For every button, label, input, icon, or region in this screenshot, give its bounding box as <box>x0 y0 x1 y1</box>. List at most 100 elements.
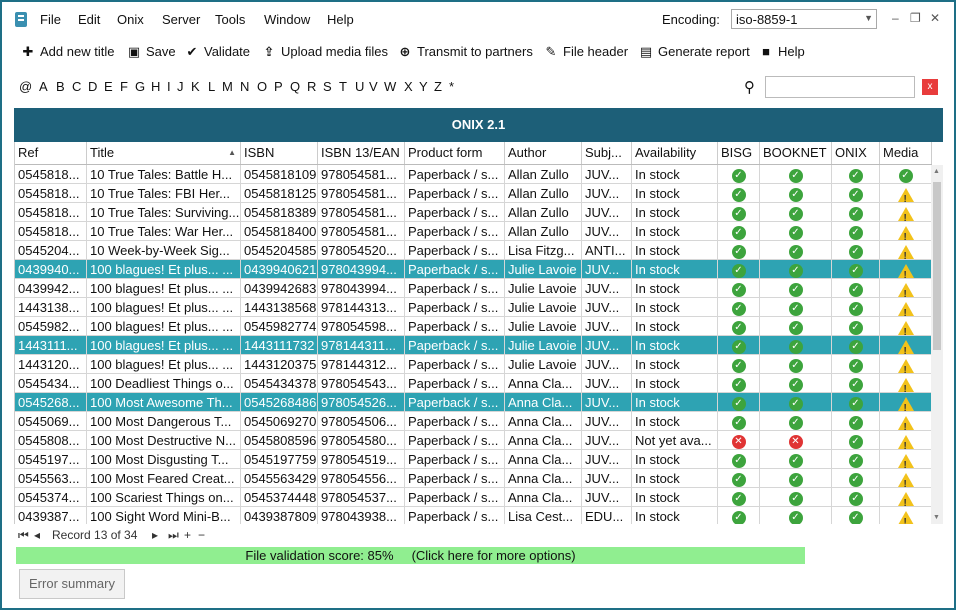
table-row[interactable]: 0545818... 10 True Tales: FBI Her... 05458… <box>15 184 932 203</box>
table-row[interactable]: 0545204... 10 Week-by-Week Sig... 05452045… <box>15 241 932 260</box>
table-row[interactable]: 0545197... 100 Most Disgusting T... 054519… <box>15 450 932 469</box>
cell-author: Anna Cla... <box>505 412 582 431</box>
table-row[interactable]: 1443138... 100 blagues! Et plus... ... 144… <box>15 298 932 317</box>
cell-product-form: Paperback / s... <box>405 431 505 450</box>
table-row[interactable]: 0439387... 100 Sight Word Mini-B... 043938… <box>15 507 932 524</box>
table-row[interactable]: 0545434... 100 Deadliest Things o... 05454… <box>15 374 932 393</box>
column-header-booknet[interactable]: BOOKNET <box>760 142 832 164</box>
alpha-letter[interactable]: W <box>384 79 396 94</box>
cell-ean: 978054520... <box>318 241 405 260</box>
add-record-icon[interactable]: + <box>184 528 191 542</box>
table-row[interactable]: 0545982... 100 blagues! Et plus... ... 054… <box>15 317 932 336</box>
generate-report-button[interactable]: ▤ Generate report <box>638 44 750 60</box>
menu-help[interactable]: Help <box>327 12 354 27</box>
check-circle-icon: ✓ <box>731 168 746 183</box>
scroll-up-icon[interactable]: ▲ <box>933 168 940 175</box>
column-header-product-form[interactable]: Product form <box>405 142 505 164</box>
table-row[interactable]: 1443111... 100 blagues! Et plus... ... 144… <box>15 336 932 355</box>
check-circle-icon: ✓ <box>731 358 746 373</box>
alpha-letter[interactable]: O <box>257 79 267 94</box>
table-row[interactable]: 0439942... 100 blagues! Et plus... ... 043… <box>15 279 932 298</box>
menu-server[interactable]: Server <box>162 12 200 27</box>
table-row[interactable]: 0545818... 10 True Tales: War Her... 05458… <box>15 222 932 241</box>
file-header-button[interactable]: ✎ File header <box>543 44 629 60</box>
alpha-letter[interactable]: N <box>240 79 249 94</box>
alpha-letter[interactable]: P <box>274 79 283 94</box>
table-row[interactable]: 0545268... 100 Most Awesome Th... 05452684… <box>15 393 932 412</box>
column-header-ref[interactable]: Ref <box>15 142 87 164</box>
table-row[interactable]: 1443120... 100 blagues! Et plus... ... 144… <box>15 355 932 374</box>
alpha-letter[interactable]: * <box>449 79 454 94</box>
scroll-down-icon[interactable]: ▼ <box>933 514 940 521</box>
close-icon[interactable]: ✕ <box>930 11 940 25</box>
column-header-title[interactable]: Title ▲ <box>87 142 241 164</box>
column-header-ean[interactable]: ISBN 13/EAN <box>318 142 405 164</box>
help-button[interactable]: ■ Help <box>758 44 805 59</box>
alpha-letter[interactable]: A <box>39 79 48 94</box>
menu-file[interactable]: File <box>40 12 61 27</box>
alpha-letter[interactable]: M <box>222 79 233 94</box>
alpha-letter[interactable]: E <box>104 79 113 94</box>
column-header-author[interactable]: Author <box>505 142 582 164</box>
alpha-letter[interactable]: D <box>88 79 97 94</box>
menu-window[interactable]: Window <box>264 12 310 27</box>
table-row[interactable]: 0545069... 100 Most Dangerous T... 0545069… <box>15 412 932 431</box>
alpha-letter[interactable]: H <box>151 79 160 94</box>
alpha-letter[interactable]: Q <box>290 79 300 94</box>
alpha-letter[interactable]: @ <box>19 79 32 94</box>
validate-button[interactable]: ✔ Validate <box>184 44 250 60</box>
alpha-letter[interactable]: Y <box>419 79 428 94</box>
table-row[interactable]: 0545808... 100 Most Destructive N... 05458… <box>15 431 932 450</box>
minimize-icon[interactable]: – <box>892 11 899 25</box>
menu-onix[interactable]: Onix <box>117 12 144 27</box>
column-header-media[interactable]: Media <box>880 142 932 164</box>
column-header-subject[interactable]: Subj... <box>582 142 632 164</box>
alpha-letter[interactable]: B <box>56 79 65 94</box>
alpha-letter[interactable]: C <box>72 79 81 94</box>
alpha-letter[interactable]: F <box>120 79 128 94</box>
restore-icon[interactable]: ❐ <box>910 11 921 25</box>
first-record-icon[interactable]: ⏮ <box>18 528 29 543</box>
table-row[interactable]: 0439940... 100 blagues! Et plus... ... 043… <box>15 260 932 279</box>
alpha-letter[interactable]: Z <box>434 79 442 94</box>
vertical-scrollbar[interactable]: ▲ ▼ <box>931 165 943 524</box>
alpha-letter[interactable]: T <box>339 79 347 94</box>
add-title-button[interactable]: ✚ Add new title <box>20 44 115 60</box>
alpha-letter[interactable]: S <box>323 79 332 94</box>
save-button[interactable]: ▣ Save <box>126 44 176 60</box>
table-row[interactable]: 0545374... 100 Scariest Things on... 05453… <box>15 488 932 507</box>
scrollbar-thumb[interactable] <box>933 182 941 350</box>
alpha-letter[interactable]: G <box>135 79 145 94</box>
table-row[interactable]: 0545818... 10 True Tales: Battle H... 0545… <box>15 165 932 184</box>
column-header-isbn[interactable]: ISBN <box>241 142 318 164</box>
table-row[interactable]: 0545563... 100 Most Feared Creat... 054556… <box>15 469 932 488</box>
cell-booknet: ✓ <box>760 336 832 355</box>
transmit-button[interactable]: ⊕ Transmit to partners <box>397 44 533 60</box>
globe-icon: ⊕ <box>399 44 411 59</box>
error-summary-button[interactable]: Error summary <box>19 569 125 599</box>
encoding-select[interactable]: iso-8859-1 ▼ <box>731 9 877 29</box>
menu-edit[interactable]: Edit <box>78 12 100 27</box>
alpha-letter[interactable]: U <box>355 79 364 94</box>
last-record-icon[interactable]: ⏭ <box>168 528 179 543</box>
column-header-bisg[interactable]: BISG <box>718 142 760 164</box>
alpha-letter[interactable]: X <box>404 79 413 94</box>
alpha-letter[interactable]: V <box>369 79 378 94</box>
prev-record-icon[interactable]: ◂ <box>34 528 40 542</box>
alpha-letter[interactable]: I <box>167 79 171 94</box>
column-header-onix[interactable]: ONIX <box>832 142 880 164</box>
column-header-availability[interactable]: Availability <box>632 142 718 164</box>
alpha-letter[interactable]: K <box>191 79 200 94</box>
search-input[interactable] <box>765 76 915 98</box>
warning-icon <box>897 244 914 259</box>
alpha-letter[interactable]: L <box>208 79 215 94</box>
menu-tools[interactable]: Tools <box>215 12 245 27</box>
validation-score-bar[interactable]: File validation score: 85% (Click here fo… <box>16 547 805 564</box>
upload-media-button[interactable]: ⇪ Upload media files <box>261 44 388 60</box>
alpha-letter[interactable]: R <box>307 79 316 94</box>
delete-record-icon[interactable]: − <box>198 528 205 542</box>
alpha-letter[interactable]: J <box>177 79 184 94</box>
table-row[interactable]: 0545818... 10 True Tales: Surviving... 054… <box>15 203 932 222</box>
next-record-icon[interactable]: ▸ <box>152 528 158 542</box>
clear-search-button[interactable]: x <box>922 79 938 95</box>
